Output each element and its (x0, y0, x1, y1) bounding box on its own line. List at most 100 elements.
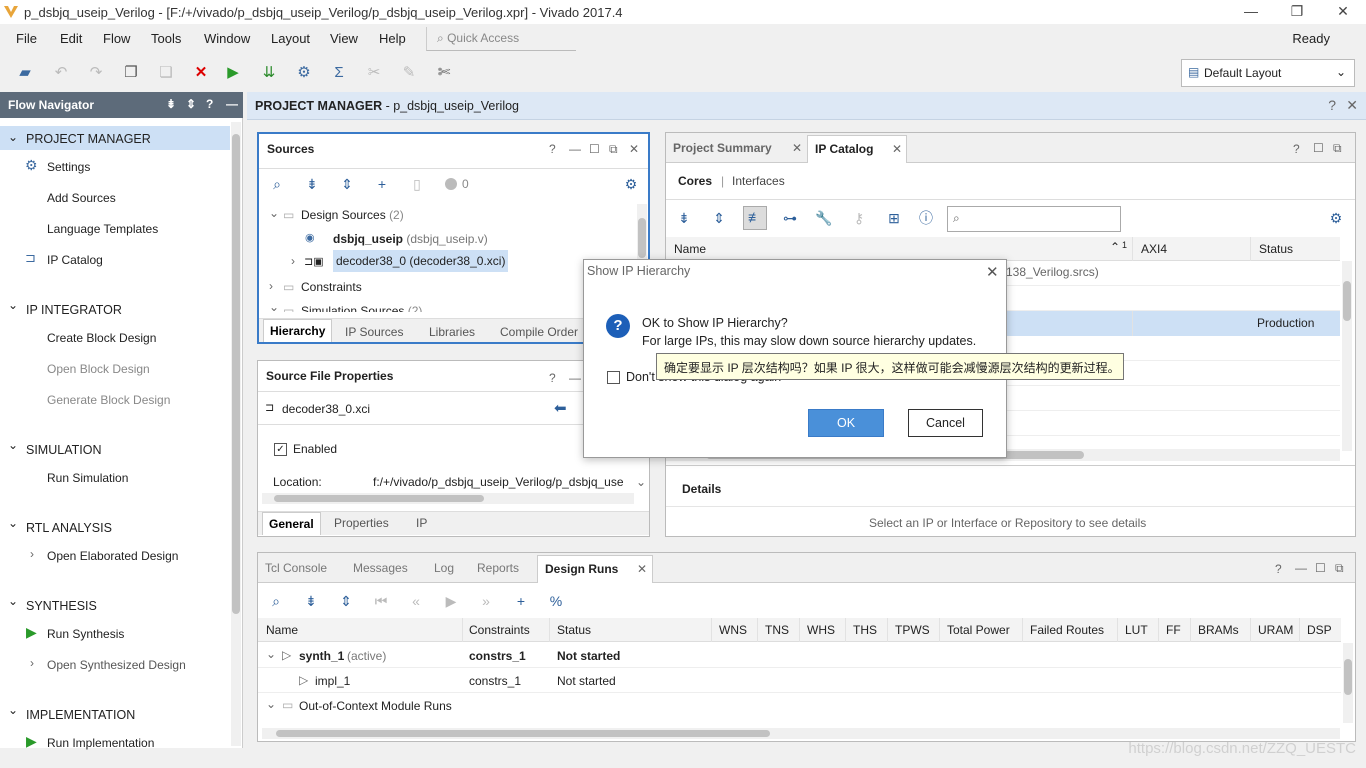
dont-show-checkbox[interactable] (607, 371, 620, 384)
close-icon[interactable]: ✕ (986, 263, 999, 281)
menu-file[interactable]: File (16, 31, 37, 46)
runs-vscrollbar[interactable] (1343, 643, 1353, 723)
tree-simulation-sources[interactable]: Simulation Sources (2) (301, 304, 422, 312)
navigator-scrollbar[interactable] (231, 122, 241, 746)
nav-open-block-design[interactable]: Open Block Design (47, 362, 150, 376)
close-icon[interactable]: ✕ (1346, 97, 1358, 114)
minimize-icon[interactable]: — (1295, 561, 1307, 575)
close-tab-icon[interactable]: ✕ (792, 141, 802, 155)
first-icon[interactable]: ⏮ (371, 591, 391, 611)
col-uram[interactable]: URAM (1250, 618, 1300, 642)
chevron-down-icon[interactable]: ⌄ (266, 697, 276, 711)
cancel-button[interactable]: Cancel (908, 409, 983, 437)
scrollbar-thumb[interactable] (1344, 659, 1352, 695)
tool-disabled-icon[interactable]: ✂ (363, 62, 385, 84)
help-icon[interactable]: ? (1275, 562, 1282, 576)
menu-view[interactable]: View (330, 31, 358, 46)
col-lut[interactable]: LUT (1117, 618, 1155, 642)
percent-icon[interactable]: % (546, 591, 566, 611)
nav-generate-block-design[interactable]: Generate Block Design (47, 393, 170, 407)
help-icon[interactable]: ? (549, 371, 556, 385)
gear-icon[interactable]: ⚙ (621, 174, 641, 194)
tab-compile-order[interactable]: Compile Order (500, 325, 578, 339)
hierarchy-toggle-icon[interactable]: ≢ (743, 206, 767, 230)
collapse-all-icon[interactable]: ⇟ (674, 208, 694, 228)
section-synthesis[interactable]: SYNTHESIS (26, 599, 97, 613)
wrench-icon[interactable]: 🔧 (814, 208, 834, 228)
expand-all-icon[interactable]: ⇕ (336, 591, 356, 611)
col-name[interactable]: Name (674, 242, 706, 256)
tab-properties[interactable]: Properties (334, 516, 389, 530)
nav-open-elaborated-design[interactable]: Open Elaborated Design (47, 549, 178, 563)
settings-gear-icon[interactable]: ⚙ (293, 62, 315, 84)
nav-settings[interactable]: Settings (47, 160, 90, 174)
expand-all-icon[interactable]: ⇕ (709, 208, 729, 228)
menu-help[interactable]: Help (379, 31, 406, 46)
program-icon[interactable]: ⇊ (258, 62, 280, 84)
search-icon[interactable]: ⌕ (267, 174, 287, 194)
expand-all-icon[interactable]: ⇕ (186, 97, 196, 111)
float-icon[interactable]: ⧉ (1335, 561, 1344, 576)
menu-window[interactable]: Window (204, 31, 250, 46)
menu-layout[interactable]: Layout (271, 31, 310, 46)
col-brams[interactable]: BRAMs (1190, 618, 1246, 642)
chevron-down-icon[interactable]: ⌄ (636, 475, 646, 489)
tab-tcl-console[interactable]: Tcl Console (265, 561, 327, 575)
search-icon[interactable]: ⌕ (266, 591, 286, 611)
collapse-all-icon[interactable]: ⇟ (301, 591, 321, 611)
nav-add-sources[interactable]: Add Sources (47, 191, 116, 205)
open-icon[interactable]: ▰ (14, 62, 36, 84)
section-rtl-analysis[interactable]: RTL ANALYSIS (26, 521, 112, 535)
tab-libraries[interactable]: Libraries (429, 325, 475, 339)
layout-select[interactable]: ▤ Default Layout ⌄ (1181, 59, 1355, 87)
nav-run-synthesis[interactable]: Run Synthesis (47, 627, 124, 641)
tab-design-runs[interactable]: Design Runs ✕ (537, 555, 653, 583)
delete-icon[interactable]: ✕ (190, 62, 212, 84)
tree-ip-decoder[interactable]: decoder38_0 (decoder38_0.xci) (333, 250, 509, 272)
tree-top-module[interactable]: dsbjq_useip (dsbjq_useip.v) (333, 232, 488, 246)
maximize-icon[interactable]: ☐ (1313, 141, 1324, 155)
next-icon[interactable]: » (476, 591, 496, 611)
scrollbar-thumb[interactable] (274, 495, 484, 502)
col-status[interactable]: Status (1250, 237, 1301, 261)
table-row[interactable]: ⌄ ▷ synth_1 (active) constrs_1 Not start… (258, 643, 1341, 668)
chevron-down-icon[interactable]: ⌄ (266, 647, 276, 661)
maximize-icon[interactable]: ☐ (589, 142, 600, 156)
collapse-all-icon[interactable]: ⇟ (302, 174, 322, 194)
ok-button[interactable]: OK (808, 409, 884, 437)
col-whs[interactable]: WHS (799, 618, 842, 642)
minimize-panel-icon[interactable]: — (226, 97, 238, 111)
help-icon[interactable]: ? (1328, 97, 1336, 113)
tab-messages[interactable]: Messages (353, 561, 408, 575)
close-window-button[interactable]: ✕ (1320, 0, 1366, 24)
maximize-icon[interactable]: ☐ (1315, 561, 1326, 575)
copy-icon[interactable]: ❐ (120, 62, 142, 84)
runs-hscrollbar[interactable] (262, 728, 1340, 739)
menu-flow[interactable]: Flow (103, 31, 130, 46)
chevron-down-icon[interactable]: ⌄ (269, 206, 279, 220)
subtab-interfaces[interactable]: Interfaces (732, 174, 785, 188)
nav-open-synthesized-design[interactable]: Open Synthesized Design (47, 658, 186, 672)
tab-reports[interactable]: Reports (477, 561, 519, 575)
close-tab-icon[interactable]: ✕ (637, 562, 647, 576)
help-icon[interactable]: ? (206, 97, 213, 111)
minimize-button[interactable]: — (1228, 0, 1274, 24)
col-ff[interactable]: FF (1158, 618, 1188, 642)
close-icon[interactable]: ✕ (629, 142, 639, 156)
previous-icon[interactable]: « (406, 591, 426, 611)
enabled-checkbox[interactable]: ✓ (274, 443, 287, 456)
close-tab-icon[interactable]: ✕ (892, 142, 902, 156)
tree-view-icon[interactable]: ⊶ (780, 208, 800, 228)
col-tns[interactable]: TNS (757, 618, 796, 642)
minimize-icon[interactable]: — (569, 142, 581, 156)
nav-run-simulation[interactable]: Run Simulation (47, 471, 128, 485)
restore-button[interactable]: ❐ (1274, 0, 1320, 24)
section-project-manager[interactable]: ⌄ PROJECT MANAGER (0, 126, 230, 150)
add-icon[interactable]: + (372, 174, 392, 194)
undo-icon[interactable]: ↶ (50, 62, 72, 84)
ip-search-input[interactable]: ⌕ (947, 206, 1121, 232)
redo-icon[interactable]: ↷ (85, 62, 107, 84)
col-dsp[interactable]: DSP (1299, 618, 1339, 642)
scrollbar-thumb[interactable] (638, 218, 646, 258)
float-icon[interactable]: ⧉ (609, 142, 618, 157)
